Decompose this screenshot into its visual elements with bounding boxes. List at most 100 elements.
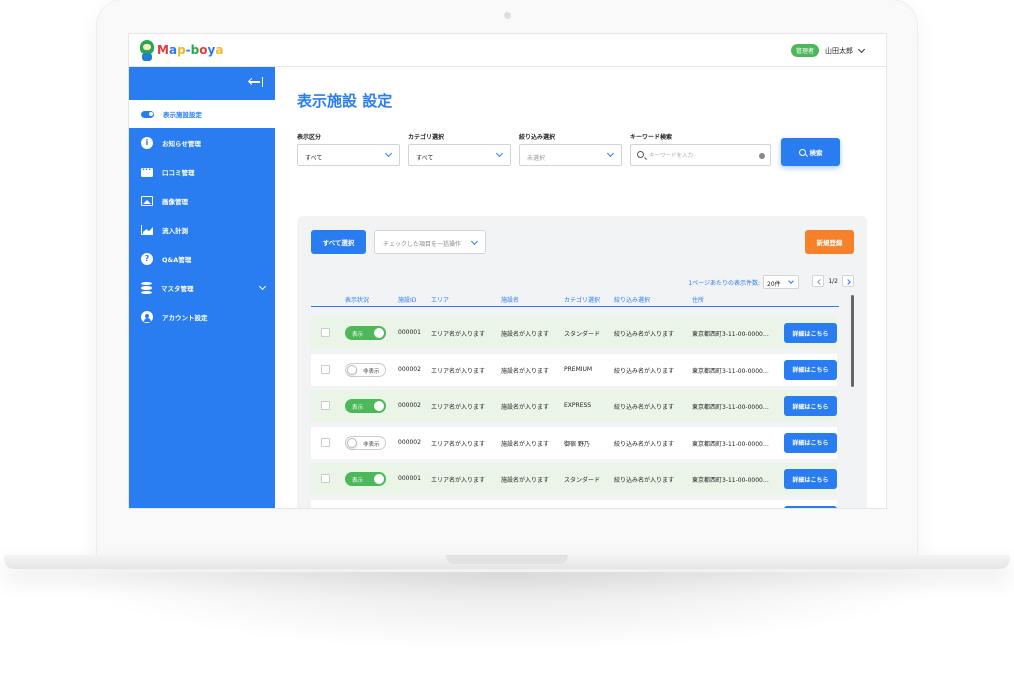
sidebar-item-traffic[interactable]: 流入計測	[129, 216, 275, 244]
select-value: 未選択	[527, 155, 546, 162]
keyword-search-box	[630, 144, 771, 166]
search-icon	[637, 151, 644, 158]
facility-name: 施設名が入ります	[501, 440, 550, 448]
table-header: 表示状況 施設ID エリア 施設名 カテゴリ選択 絞り込み選択 住所	[311, 295, 839, 307]
area-name: エリア名が入ります	[431, 331, 486, 338]
sidebar-item-master[interactable]: マスタ管理	[129, 274, 275, 302]
display-toggle[interactable]: 表示	[345, 472, 386, 487]
chevron-down-icon	[495, 149, 504, 158]
sidebar-item-label: 画像管理	[162, 198, 188, 206]
facility-id: 000001	[398, 475, 421, 483]
collapse-sidebar-icon[interactable]	[247, 77, 263, 87]
filter-display-type: 表示区分 すべて	[297, 132, 400, 166]
facility-table-panel: すべて選択 チェックした項目を一括操作 新規登録 1ページあたりの表示件数: 2…	[297, 216, 867, 508]
table-row: 表示 000001 エリア名が入ります 施設名が入ります スタンダード 絞り込み名が入りま…	[311, 463, 837, 496]
keyword-input[interactable]	[649, 150, 759, 161]
clear-icon[interactable]	[759, 153, 765, 159]
area-name: エリア名が入ります	[431, 404, 486, 412]
select-all-button[interactable]: すべて選択	[311, 230, 366, 254]
filter-value: 絞り込み名が入ります	[614, 331, 675, 338]
new-registration-button[interactable]: 新規登録	[805, 230, 854, 254]
page-indicator: 1/2	[828, 277, 838, 285]
toggle-label: 非表示	[363, 441, 380, 448]
laptop-shadow	[60, 572, 954, 652]
row-checkbox[interactable]	[321, 364, 330, 374]
narrowing-select[interactable]: 未選択	[519, 144, 622, 166]
select-value: すべて	[305, 155, 323, 162]
per-page-label: 1ページあたりの表示件数:	[688, 279, 760, 287]
search-icon	[798, 148, 806, 156]
per-page-select[interactable]: 20件	[763, 275, 799, 289]
toggle-label: 表示	[352, 478, 364, 485]
detail-button[interactable]: 詳細はこちら	[784, 323, 837, 343]
facility-name: 施設名が入ります	[501, 477, 550, 485]
row-checkbox[interactable]	[321, 437, 330, 447]
select-value: すべて	[416, 155, 434, 162]
help-icon: ?	[141, 253, 153, 265]
area-name: エリア名が入ります	[431, 440, 486, 448]
address-value: 東京都西町3-11-00-0000…	[692, 331, 769, 338]
database-icon	[141, 282, 152, 294]
detail-button[interactable]: 詳細はこちら	[784, 506, 837, 508]
column-header-name: 施設名	[501, 297, 520, 304]
filter-value: 絞り込み名が入ります	[614, 477, 675, 485]
sidebar-item-account[interactable]: アカウント設定	[129, 303, 275, 331]
info-icon: i	[141, 137, 153, 149]
table-row: 表示 000002 エリア名が入ります 施設名が入ります EXPRESS 絞り込み名が入り…	[311, 390, 837, 423]
display-toggle[interactable]: 表示	[345, 326, 386, 340]
category-select[interactable]: すべて	[408, 144, 511, 166]
display-toggle[interactable]: 表示	[345, 399, 386, 414]
address-value: 東京都西町3-11-00-0000…	[692, 477, 769, 485]
facility-name: 施設名が入ります	[501, 331, 550, 338]
mascot-icon	[139, 38, 155, 62]
sidebar-item-qa[interactable]: ? Q&A管理	[129, 245, 275, 273]
chevron-down-icon[interactable]	[258, 282, 267, 291]
role-badge: 管理者	[790, 44, 819, 57]
category-value: EXPRESS	[564, 402, 592, 410]
filter-label: 表示区分	[297, 134, 322, 141]
table-scrollbar[interactable]	[851, 295, 854, 387]
sidebar-item-label: お知らせ管理	[162, 140, 201, 148]
detail-button[interactable]: 詳細はこちら	[784, 469, 837, 490]
category-value: 御宿 野乃	[564, 440, 590, 448]
user-menu[interactable]: 管理者 山田太郎	[790, 44, 866, 57]
row-checkbox[interactable]	[321, 328, 330, 337]
detail-button[interactable]: 詳細はこちら	[784, 359, 837, 380]
sidebar-item-reviews[interactable]: 口コミ管理	[129, 158, 275, 186]
camera-dot	[504, 12, 511, 19]
detail-button[interactable]: 詳細はこちら	[784, 432, 837, 453]
search-button[interactable]: 検索	[781, 138, 840, 166]
display-toggle[interactable]: 非表示	[345, 435, 386, 450]
display-toggle[interactable]: 非表示	[345, 362, 386, 377]
facility-id: 000002	[398, 402, 421, 410]
facility-name: 施設名が入ります	[501, 404, 550, 412]
sidebar-item-facility-display[interactable]: 表示施設設定	[129, 100, 275, 128]
detail-button[interactable]: 詳細はこちら	[784, 396, 837, 417]
row-checkbox[interactable]	[321, 474, 330, 484]
image-icon	[141, 196, 153, 206]
column-header-area: エリア	[431, 297, 450, 304]
category-value: スタンダード	[564, 477, 601, 485]
filter-category: カテゴリ選択 すべて	[408, 132, 511, 166]
toggle-icon	[141, 110, 154, 118]
toggle-label: 表示	[352, 332, 364, 338]
column-header-filter: 絞り込み選択	[614, 297, 651, 304]
user-icon	[141, 311, 153, 323]
filter-value: 絞り込み名が入ります	[614, 367, 675, 375]
user-name: 山田太郎	[825, 46, 853, 55]
filter-label: カテゴリ選択	[408, 134, 445, 141]
chevron-down-icon	[606, 149, 615, 158]
column-header-category: カテゴリ選択	[564, 297, 601, 304]
next-page-icon[interactable]	[842, 275, 854, 287]
row-checkbox[interactable]	[321, 401, 330, 411]
previous-page-icon[interactable]	[812, 275, 825, 287]
display-type-select[interactable]: すべて	[297, 144, 400, 166]
sidebar-item-notices[interactable]: i お知らせ管理	[129, 129, 275, 157]
logo[interactable]: Map-boya	[139, 38, 223, 62]
sidebar: 表示施設設定 i お知らせ管理 口コミ管理 画像管理 流入計測 ? Q&A管理	[129, 67, 275, 508]
facility-name: 施設名が入ります	[501, 367, 550, 375]
facility-id: 000002	[398, 438, 421, 446]
bulk-action-select[interactable]: チェックした項目を一括操作	[374, 230, 486, 254]
chevron-down-icon	[470, 237, 479, 246]
sidebar-item-images[interactable]: 画像管理	[129, 187, 275, 215]
